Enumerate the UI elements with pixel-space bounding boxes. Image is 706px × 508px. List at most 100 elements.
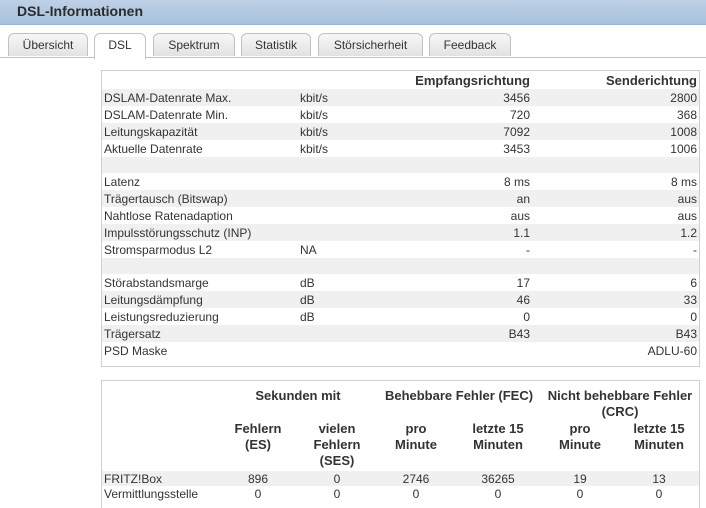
header-es: Fehlern (ES) <box>234 421 282 452</box>
row-tx: 2800 <box>532 89 699 106</box>
header-crc-min: pro Minute <box>559 421 601 452</box>
row-unit: dB <box>298 291 364 308</box>
row-unit <box>298 342 364 359</box>
row-label: PSD Maske <box>104 343 168 358</box>
row-unit: kbit/s <box>298 123 364 140</box>
row-tx: 1.2 <box>532 224 699 241</box>
table-row: Leistungsreduzierung dB 0 0 <box>102 308 699 325</box>
header-crc: Nicht behebbare Fehler (CRC) <box>547 388 693 419</box>
row-tx: 8 ms <box>670 174 697 189</box>
cell-fec-15: 36265 <box>455 471 541 486</box>
table-row: DSLAM-Datenrate Max. kbit/s 3456 2800 <box>102 89 699 106</box>
table-row: Vermittlungsstelle 0 0 0 0 0 0 <box>102 486 699 501</box>
row-rx: 720 <box>509 107 530 122</box>
row-unit: dB <box>300 309 315 324</box>
tab-feedback[interactable]: Feedback <box>429 33 511 56</box>
dsl-info-table: Empfangsrichtung Senderichtung DSLAM-Dat… <box>102 71 699 359</box>
table-row: Aktuelle Datenrate kbit/s 3453 1006 <box>102 140 699 157</box>
row-tx: aus <box>677 208 697 223</box>
table-row: Leitungsdämpfung dB 46 33 <box>102 291 699 308</box>
row-unit <box>298 325 364 342</box>
row-rx: an <box>364 190 532 207</box>
row-label: Aktuelle Datenrate <box>104 141 203 156</box>
tab-spektrum[interactable]: Spektrum <box>153 33 235 56</box>
row-unit: kbit/s <box>298 89 364 106</box>
cell-ses: 0 <box>333 486 341 501</box>
row-rx: B43 <box>364 325 532 342</box>
row-unit: dB <box>300 275 315 290</box>
cell-es: 896 <box>219 471 297 486</box>
row-label: DSLAM-Datenrate Max. <box>102 89 298 106</box>
row-unit: kbit/s <box>300 141 329 156</box>
header-fec: Behebbare Fehler (FEC) <box>384 388 534 403</box>
group-header-row: Sekunden mit Behebbare Fehler (FEC) Nich… <box>102 381 699 421</box>
row-label: Leitungskapazität <box>102 123 298 140</box>
row-tx: ADLU-60 <box>647 343 697 358</box>
header-fec-15: letzte 15 Minuten <box>472 421 524 452</box>
error-stats-panel: Sekunden mit Behebbare Fehler (FEC) Nich… <box>101 380 700 508</box>
row-rx: 7092 <box>364 123 532 140</box>
header-fec-min: pro Minute <box>395 421 437 452</box>
title-bar: DSL-Informationen <box>0 0 706 25</box>
cell-ses: 0 <box>297 471 377 486</box>
row-unit <box>298 224 364 241</box>
row-tx: 1008 <box>532 123 699 140</box>
row-label: Latenz <box>104 174 141 189</box>
header-seconds: Sekunden mit <box>255 388 341 403</box>
tab-stoersicherheit[interactable]: Störsicherheit <box>318 33 423 56</box>
row-rx: 8 ms <box>503 174 530 189</box>
row-unit <box>298 173 364 190</box>
table-row: PSD Maske ADLU-60 <box>102 342 699 359</box>
row-label: Nahtlose Ratenadaption <box>104 208 233 223</box>
row-rx: 0 <box>523 309 530 324</box>
row-rx: - <box>526 242 530 257</box>
row-label: Leistungsreduzierung <box>104 309 219 324</box>
dsl-info-panel: Empfangsrichtung Senderichtung DSLAM-Dat… <box>101 70 700 367</box>
cell-crc-15: 0 <box>655 486 663 501</box>
cell-fec-min: 2746 <box>377 471 455 486</box>
cell-es: 0 <box>254 486 262 501</box>
row-rx: aus <box>510 208 530 223</box>
table-row: DSLAM-Datenrate Min. kbit/s 720 368 <box>102 106 699 123</box>
cell-crc-min: 0 <box>576 486 584 501</box>
table-spacer-row <box>102 157 699 173</box>
tab-uebersicht[interactable]: Übersicht <box>8 33 88 56</box>
row-rx <box>364 342 532 359</box>
row-tx: - <box>693 242 697 257</box>
table-row: Störabstandsmarge dB 17 6 <box>102 274 699 291</box>
row-label: Impulsstörungsschutz (INP) <box>102 224 298 241</box>
row-label: Vermittlungsstelle <box>104 486 199 501</box>
table-row: Nahtlose Ratenadaption aus aus <box>102 207 699 224</box>
error-stats-table: Sekunden mit Behebbare Fehler (FEC) Nich… <box>102 381 700 501</box>
table-row: Leitungskapazität kbit/s 7092 1008 <box>102 123 699 140</box>
sub-header-row: Fehlern (ES) vielen Fehlern (SES) pro Mi… <box>102 421 699 471</box>
row-tx: 1006 <box>670 141 697 156</box>
row-tx: 33 <box>532 291 699 308</box>
tab-statistik[interactable]: Statistik <box>241 33 311 56</box>
tab-dsl[interactable]: DSL <box>94 33 146 59</box>
tab-bar: Übersicht DSL Spektrum Statistik Störsic… <box>0 33 706 59</box>
row-label: Leitungsdämpfung <box>102 291 298 308</box>
row-tx: aus <box>532 190 699 207</box>
row-unit: NA <box>300 242 317 257</box>
row-unit <box>298 207 364 224</box>
header-crc-15: letzte 15 Minuten <box>633 421 685 452</box>
table-row: Latenz 8 ms 8 ms <box>102 173 699 190</box>
table-spacer-row <box>102 258 699 274</box>
cell-crc-15: 13 <box>619 471 700 486</box>
cell-crc-min: 19 <box>541 471 619 486</box>
header-tx: Senderichtung <box>605 72 697 88</box>
table-row: Trägertausch (Bitswap) an aus <box>102 190 699 207</box>
row-unit <box>298 190 364 207</box>
row-label: FRITZ!Box <box>102 471 219 486</box>
row-tx: 6 <box>690 275 697 290</box>
row-rx: 1.1 <box>364 224 532 241</box>
row-rx: 3453 <box>503 141 530 156</box>
row-tx: B43 <box>532 325 699 342</box>
row-label: Störabstandsmarge <box>104 275 209 290</box>
table-header: Empfangsrichtung Senderichtung <box>102 71 699 89</box>
page-title: DSL-Informationen <box>17 3 143 19</box>
cell-fec-15: 0 <box>494 486 502 501</box>
row-rx: 17 <box>516 275 530 290</box>
row-tx: 0 <box>690 309 697 324</box>
